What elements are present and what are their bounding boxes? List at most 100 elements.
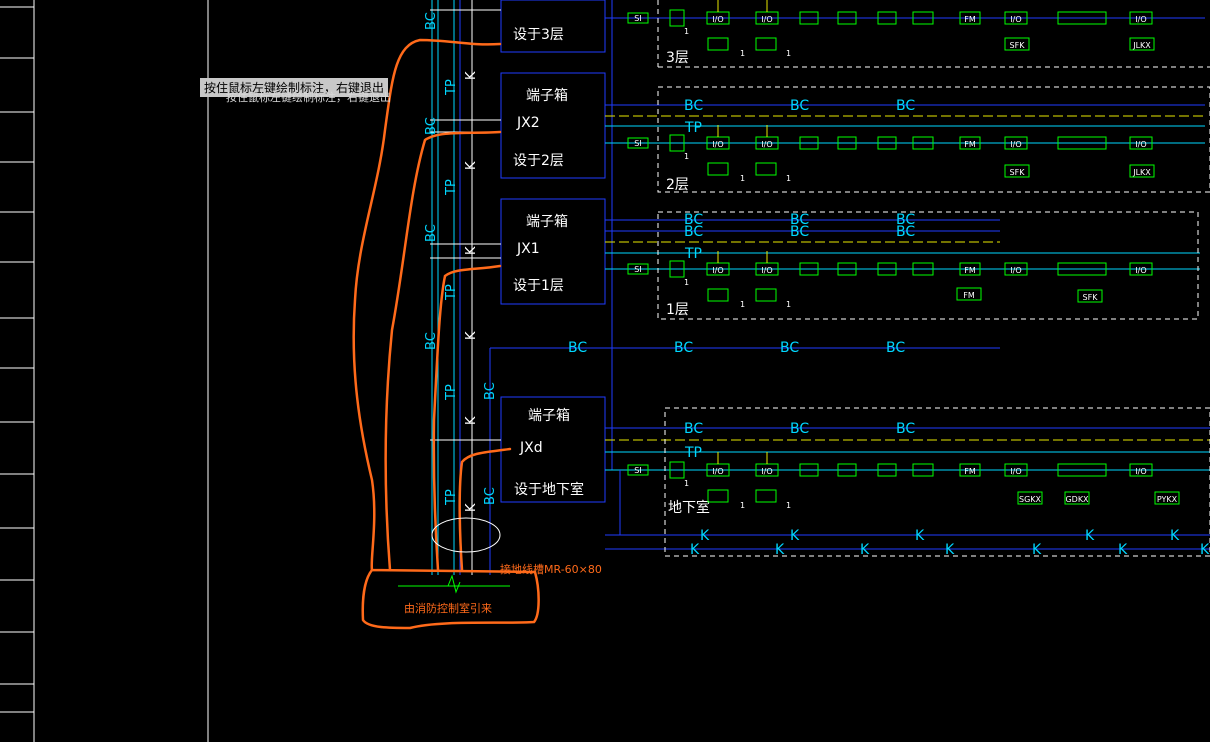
boxd-title: 端子箱 bbox=[528, 408, 570, 424]
bus-bc-f2-3: BC bbox=[896, 98, 915, 114]
cad-drawing-canvas[interactable]: BC BC BC BC TP TP TP TP TP BC BC K K K K… bbox=[0, 0, 1210, 742]
io-box1-b-label: I/O bbox=[712, 467, 723, 476]
box2-id: JX2 bbox=[516, 115, 540, 131]
bus-bc-main-4: BC bbox=[886, 340, 905, 356]
bus-bc-f1-6: BC bbox=[896, 224, 915, 240]
floor-frames bbox=[657, 0, 1210, 557]
riser-k-3: K bbox=[464, 246, 479, 255]
riser-tp-1: TP bbox=[444, 79, 459, 96]
io-box4-b-label: I/O bbox=[1135, 467, 1146, 476]
box1-location: 设于1层 bbox=[513, 278, 564, 294]
bus-bc-f1-5: BC bbox=[790, 224, 809, 240]
cursor-prompt-ghost: 按住鼠标左键绘制标注，右键退出 bbox=[226, 91, 391, 104]
si-box-f3-label: SI bbox=[634, 14, 641, 23]
io-box4-f2-label: I/O bbox=[1135, 140, 1146, 149]
fm-b-label: FM bbox=[964, 467, 976, 476]
box3-location: 设于3层 bbox=[513, 27, 564, 43]
box2-location: 设于2层 bbox=[513, 153, 564, 169]
sfk-f1-label: SFK bbox=[1083, 293, 1099, 302]
num-a-f2: 1 bbox=[684, 152, 689, 161]
num-c-b: 1 bbox=[786, 501, 791, 510]
io-box1-f1-label: I/O bbox=[712, 266, 723, 275]
riser-tp-2: TP bbox=[444, 179, 459, 196]
bus-k-b-7: K bbox=[775, 542, 785, 558]
si-box-f1-label: SI bbox=[634, 265, 641, 274]
bus-bc-f2-1: BC bbox=[684, 98, 703, 114]
riser-bc-1: BC bbox=[424, 12, 439, 30]
fm-f2-label: FM bbox=[964, 140, 976, 149]
bus-k-b-11: K bbox=[1118, 542, 1128, 558]
bus-tp-b: TP bbox=[684, 445, 702, 461]
bus-bc-main-3: BC bbox=[780, 340, 799, 356]
bus-k-b-9: K bbox=[945, 542, 955, 558]
io-sub1-f2 bbox=[707, 162, 729, 176]
gdkx-b-label: GDKX bbox=[1065, 495, 1089, 504]
io-sub2-f1 bbox=[755, 288, 777, 302]
io-sub2-b bbox=[755, 489, 777, 503]
riser-k-6: K bbox=[464, 503, 479, 512]
sfk-f2-label: SFK bbox=[1010, 168, 1026, 177]
bus-k-b-8: K bbox=[860, 542, 870, 558]
riser-k-1: K bbox=[464, 71, 479, 80]
si-box-b-label: SI bbox=[634, 466, 641, 475]
box1-id: JX1 bbox=[516, 241, 540, 257]
bus-bc-b-3: BC bbox=[896, 421, 915, 437]
io-box4-f3-label: I/O bbox=[1135, 15, 1146, 24]
num-b-f3: 1 bbox=[740, 49, 745, 58]
fm-f1-label: FM bbox=[964, 266, 976, 275]
boxd-location: 设于地下室 bbox=[514, 481, 584, 498]
bus-k-b-5: K bbox=[1170, 528, 1180, 544]
fm-f1-label: FM bbox=[963, 291, 975, 300]
control-room-label: 由消防控制室引来 bbox=[404, 601, 492, 615]
num-a-f1: 1 bbox=[684, 278, 689, 287]
num-b-f2: 1 bbox=[740, 174, 745, 183]
num-c-f3: 1 bbox=[786, 49, 791, 58]
bus-k-b-4: K bbox=[1085, 528, 1095, 544]
ground-symbol bbox=[398, 574, 510, 594]
io-sub1-f1 bbox=[707, 288, 729, 302]
io-box3-f1-label: I/O bbox=[1010, 266, 1021, 275]
io-box2-f3-label: I/O bbox=[761, 15, 772, 24]
bus-k-b-2: K bbox=[790, 528, 800, 544]
num-c-f1: 1 bbox=[786, 300, 791, 309]
num-b-b: 1 bbox=[740, 501, 745, 510]
bus-k-b-1: K bbox=[700, 528, 710, 544]
bus-labels: BC BC BC TP BC BC BC BC BC BC TP BC BC B… bbox=[568, 98, 1210, 558]
basement-name: 地下室 bbox=[668, 499, 710, 516]
bus-tp-f1: TP bbox=[684, 246, 702, 262]
riser-bc-2: BC bbox=[424, 117, 439, 135]
riser-bc-5: BC bbox=[483, 382, 498, 400]
riser-k-4: K bbox=[464, 331, 479, 340]
terminal-box-labels: 设于3层 端子箱 JX2 设于2层 端子箱 JX1 设于1层 端子箱 JXd 设… bbox=[513, 27, 584, 498]
jlkx-f2-label: JLKX bbox=[1132, 168, 1151, 177]
bus-bc-f1-4: BC bbox=[684, 224, 703, 240]
bus-k-b-3: K bbox=[915, 528, 925, 544]
riser-bc-4: BC bbox=[424, 332, 439, 350]
riser-tp-5: TP bbox=[444, 489, 459, 506]
bus-bc-f2-2: BC bbox=[790, 98, 809, 114]
riser-bc-6: BC bbox=[483, 487, 498, 505]
io-sub1-f3 bbox=[707, 37, 729, 51]
io-box3-f2-label: I/O bbox=[1010, 140, 1021, 149]
io-box4-f1-label: I/O bbox=[1135, 266, 1146, 275]
io-sub1-b bbox=[707, 489, 729, 503]
num-a-b: 1 bbox=[684, 479, 689, 488]
pykx-b-label: PYKX bbox=[1157, 495, 1178, 504]
io-box1-f2-label: I/O bbox=[712, 140, 723, 149]
box2-title: 端子箱 bbox=[526, 88, 568, 104]
riser-k-5: K bbox=[464, 416, 479, 425]
riser-bc-3: BC bbox=[424, 224, 439, 242]
bus-k-b-12: K bbox=[1200, 542, 1210, 558]
grounding-label: 接地线槽MR-60×80 bbox=[500, 562, 602, 576]
box1-title: 端子箱 bbox=[526, 214, 568, 230]
io-box2-b-label: I/O bbox=[761, 467, 772, 476]
bus-k-b-6: K bbox=[690, 542, 700, 558]
num-b-f1: 1 bbox=[740, 300, 745, 309]
jlkx-f3-label: JLKX bbox=[1132, 41, 1151, 50]
riser-labels: BC BC BC BC TP TP TP TP TP BC BC K K K K… bbox=[424, 12, 498, 512]
floor-1-name: 1层 bbox=[666, 302, 689, 318]
floor-3-name: 3层 bbox=[666, 50, 689, 66]
bus-bc-main-2: BC bbox=[674, 340, 693, 356]
io-box3-f3-label: I/O bbox=[1010, 15, 1021, 24]
sfk-f3-label: SFK bbox=[1010, 41, 1026, 50]
